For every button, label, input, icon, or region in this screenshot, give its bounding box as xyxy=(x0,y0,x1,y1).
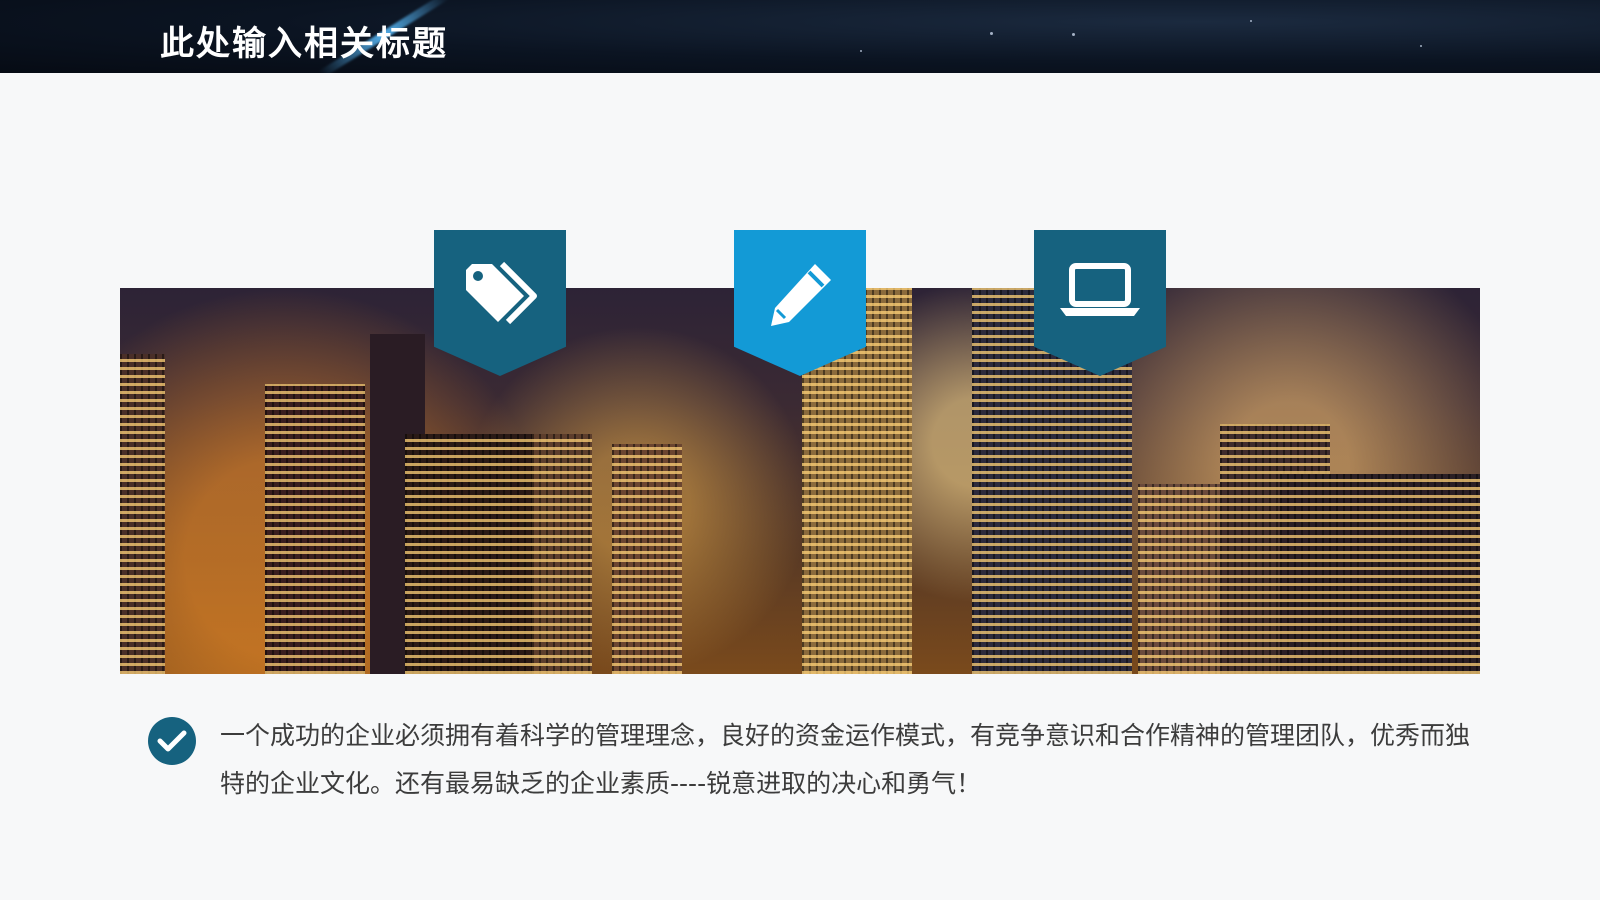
feature-badge-pencil xyxy=(734,230,866,376)
checkmark-icon xyxy=(148,717,196,765)
star-dot xyxy=(1420,45,1422,47)
feature-badge-tag xyxy=(434,230,566,376)
star-dot xyxy=(860,50,862,52)
star-dot xyxy=(990,32,993,35)
tag-icon xyxy=(466,261,537,325)
feature-badge-laptop xyxy=(1034,230,1166,376)
star-dot xyxy=(1072,33,1075,36)
page-title: 此处输入相关标题 xyxy=(160,24,448,64)
star-dot xyxy=(1250,20,1252,22)
laptop-icon xyxy=(1060,263,1140,316)
header-bar: 此处输入相关标题 xyxy=(0,0,1600,73)
body-paragraph: 一个成功的企业必须拥有着科学的管理理念，良好的资金运作模式，有竞争意识和合作精神… xyxy=(220,721,1471,798)
pencil-icon xyxy=(771,264,831,326)
